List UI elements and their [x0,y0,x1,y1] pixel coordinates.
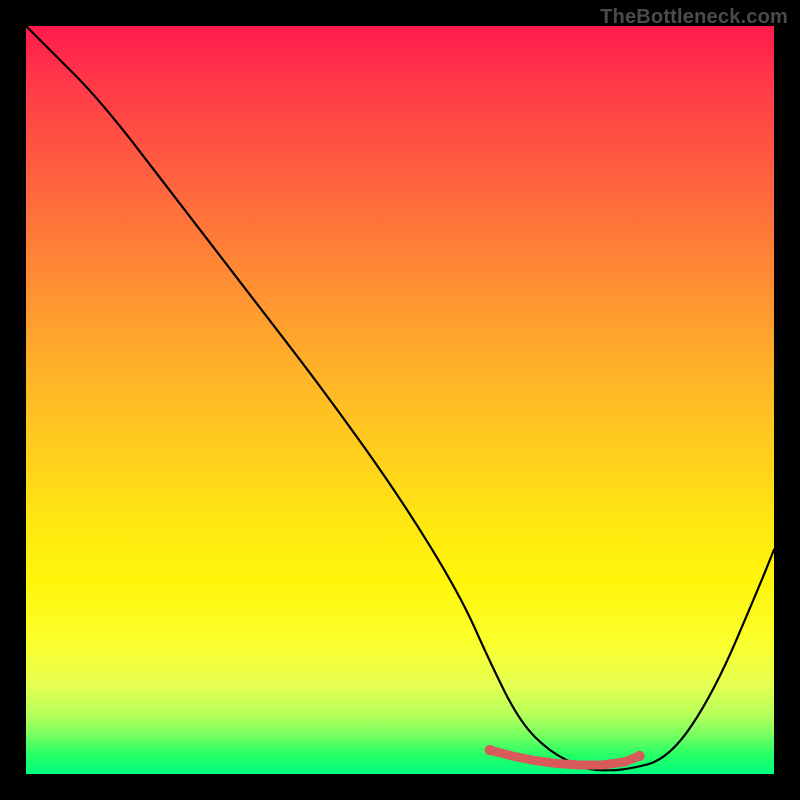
watermark-label: TheBottleneck.com [600,6,788,29]
marker-stroke [490,750,640,765]
curve-path [26,26,774,770]
chart-svg [26,26,774,774]
bottleneck-curve [26,26,774,770]
chart-frame: TheBottleneck.com [0,0,800,800]
marker-dot [485,745,495,755]
marker-dot [634,751,644,761]
plot-area [26,26,774,774]
minimum-marker [485,745,645,765]
